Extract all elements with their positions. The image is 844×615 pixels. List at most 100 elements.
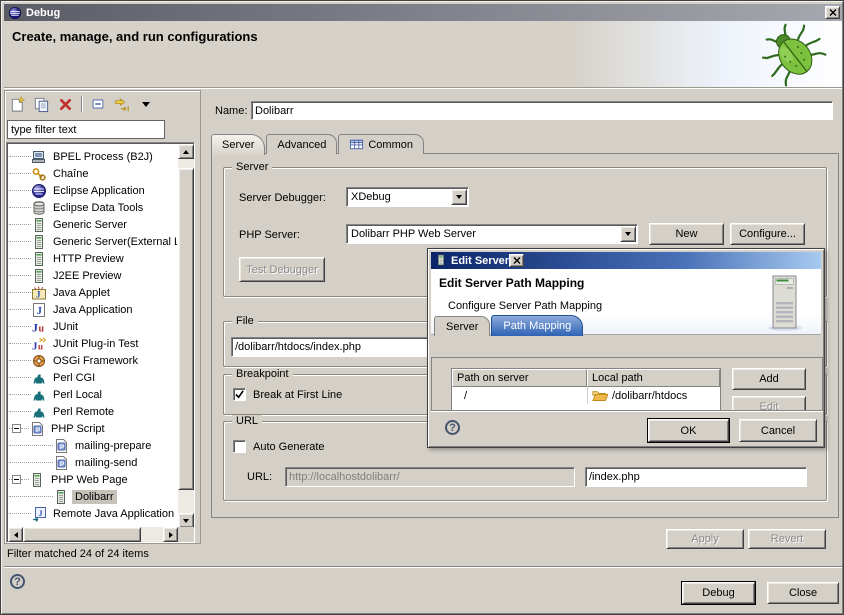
tree-vertical-scrollbar[interactable] [178, 144, 194, 528]
tree-item-mailing-send[interactable]: Pmailing-send [9, 454, 177, 471]
tab-server[interactable]: Server [211, 134, 265, 155]
configure-server-button[interactable]: Configure... [730, 223, 805, 245]
apply-button[interactable]: Apply [666, 529, 744, 549]
footer-separator [4, 566, 842, 568]
filter-configurations-button[interactable] [112, 94, 132, 114]
tree-item-php-web-page[interactable]: PHP Web Page [9, 471, 177, 488]
sphere-icon [31, 183, 47, 199]
filter-input[interactable] [7, 120, 165, 139]
test-debugger-button[interactable]: Test Debugger [239, 257, 325, 282]
combo-dropdown-icon[interactable] [620, 226, 636, 242]
tree-connector [9, 343, 31, 344]
ok-button[interactable]: OK [648, 419, 729, 442]
name-input[interactable] [251, 101, 833, 120]
tab-common[interactable]: Common [338, 134, 424, 154]
edit-mapping-button[interactable]: Edit [732, 396, 806, 410]
collapse-all-button[interactable] [88, 94, 108, 114]
tree-item-eclipse-application[interactable]: Eclipse Application [9, 182, 177, 199]
edit-server-close-button[interactable] [509, 254, 524, 267]
tree-item-eclipse-data-tools[interactable]: Eclipse Data Tools [9, 199, 177, 216]
tree-item-perl-remote[interactable]: Perl Remote [9, 403, 177, 420]
new-server-button[interactable]: New [649, 223, 724, 245]
scroll-down-button[interactable] [178, 513, 194, 528]
tree-item-perl-cgi[interactable]: Perl CGI [9, 369, 177, 386]
camel-icon [31, 370, 47, 386]
camel-icon [31, 387, 47, 403]
scroll-right-button[interactable] [163, 527, 178, 542]
junit-icon: Ju [31, 319, 47, 335]
auto-generate-label: Auto Generate [253, 441, 325, 453]
tree-item-generic-server[interactable]: Generic Server [9, 216, 177, 233]
tree-item-java-applet[interactable]: JJava Applet [9, 284, 177, 301]
tree-item-label: mailing-prepare [72, 439, 154, 453]
window-close-button[interactable] [825, 6, 840, 19]
dialog-tab-path-mapping[interactable]: Path Mapping [491, 315, 583, 336]
edit-server-button-bar: ? OK Cancel [431, 410, 823, 446]
tree-item-junit-plug-in-test[interactable]: JuJUnit Plug-in Test [9, 335, 177, 352]
delete-configuration-button[interactable] [55, 94, 75, 114]
php-icon: P [53, 438, 69, 454]
duplicate-configuration-button[interactable] [31, 94, 51, 114]
revert-button[interactable]: Revert [748, 529, 826, 549]
vertical-scroll-thumb[interactable] [178, 168, 194, 490]
tree-item-remote-java-application[interactable]: JRemote Java Application [9, 505, 177, 522]
tree-item-label: Java Applet [50, 286, 113, 300]
osgi-icon [31, 353, 47, 369]
server-debugger-combo[interactable]: XDebug [346, 187, 469, 207]
tree-item-generic-server-external-la[interactable]: Generic Server(External La [9, 233, 177, 250]
path-mapping-row[interactable]: //dolibarr/htdocs [452, 387, 720, 404]
cancel-button[interactable]: Cancel [739, 419, 817, 442]
tree-connector [9, 462, 53, 463]
break-first-line-checkbox[interactable] [233, 388, 246, 401]
php-server-combo[interactable]: Dolibarr PHP Web Server [346, 224, 638, 244]
tree-expander-icon[interactable] [12, 475, 21, 484]
edit-server-titlebar[interactable]: Edit Server [431, 252, 821, 269]
window-titlebar[interactable]: Debug [4, 4, 842, 21]
tree-item-label: OSGi Framework [50, 354, 141, 368]
scroll-left-button[interactable] [8, 527, 23, 542]
php-server-label: PHP Server: [239, 229, 300, 241]
help-icon[interactable]: ? [10, 574, 25, 589]
breakpoint-group-title: Breakpoint [232, 368, 293, 380]
url-path-input[interactable] [585, 467, 807, 487]
tree-item-j2ee-preview[interactable]: J2EE Preview [9, 267, 177, 284]
tree-connector [9, 275, 31, 276]
tree-expander-icon[interactable] [12, 424, 21, 433]
tree-item-label: Generic Server [50, 218, 130, 232]
new-configuration-button[interactable] [7, 94, 27, 114]
junit-plugin-icon: Ju [31, 336, 47, 352]
horizontal-scroll-thumb[interactable] [23, 527, 141, 542]
tree-item-http-preview[interactable]: HTTP Preview [9, 250, 177, 267]
tree-item-label: mailing-send [72, 456, 140, 470]
combo-dropdown-icon[interactable] [451, 189, 467, 205]
tree-item-mailing-prepare[interactable]: Pmailing-prepare [9, 437, 177, 454]
close-button[interactable]: Close [767, 582, 839, 604]
svg-text:u: u [39, 323, 45, 334]
dialog-tab-server[interactable]: Server [434, 316, 490, 336]
edit-server-tabs: ServerPath Mapping [434, 314, 584, 336]
folder-icon [592, 389, 608, 402]
tree-item-php-script[interactable]: PPHP Script [9, 420, 177, 437]
remote-java-icon: J [31, 506, 47, 522]
tree-item-java-application[interactable]: JJava Application [9, 301, 177, 318]
edit-server-heading: Edit Server Path Mapping [439, 276, 584, 290]
tree-item-perl-local[interactable]: Perl Local [9, 386, 177, 403]
name-label: Name: [215, 105, 247, 117]
dialog-help-icon[interactable]: ? [445, 420, 460, 435]
eclipse-logo-icon [8, 6, 22, 20]
scroll-up-button[interactable] [178, 144, 194, 159]
column-header-path-on-server[interactable]: Path on server [452, 369, 587, 387]
tree-item-bpel-process-b2j[interactable]: BPEL Process (B2J) [9, 148, 177, 165]
add-mapping-button[interactable]: Add [732, 368, 806, 390]
tree-item-dolibarr[interactable]: Dolibarr [9, 488, 177, 505]
filter-menu-arrow[interactable] [136, 94, 156, 114]
debug-button[interactable]: Debug [682, 582, 755, 604]
tree-item-osgi-framework[interactable]: OSGi Framework [9, 352, 177, 369]
column-header-local-path[interactable]: Local path [587, 369, 720, 387]
tree-item-junit[interactable]: JuJUnit [9, 318, 177, 335]
tree-item-cha-ne[interactable]: Chaîne [9, 165, 177, 182]
tree-horizontal-scrollbar[interactable] [8, 527, 178, 542]
auto-generate-checkbox[interactable] [233, 440, 246, 453]
tab-advanced[interactable]: Advanced [266, 134, 337, 154]
java-icon: J [31, 302, 47, 318]
